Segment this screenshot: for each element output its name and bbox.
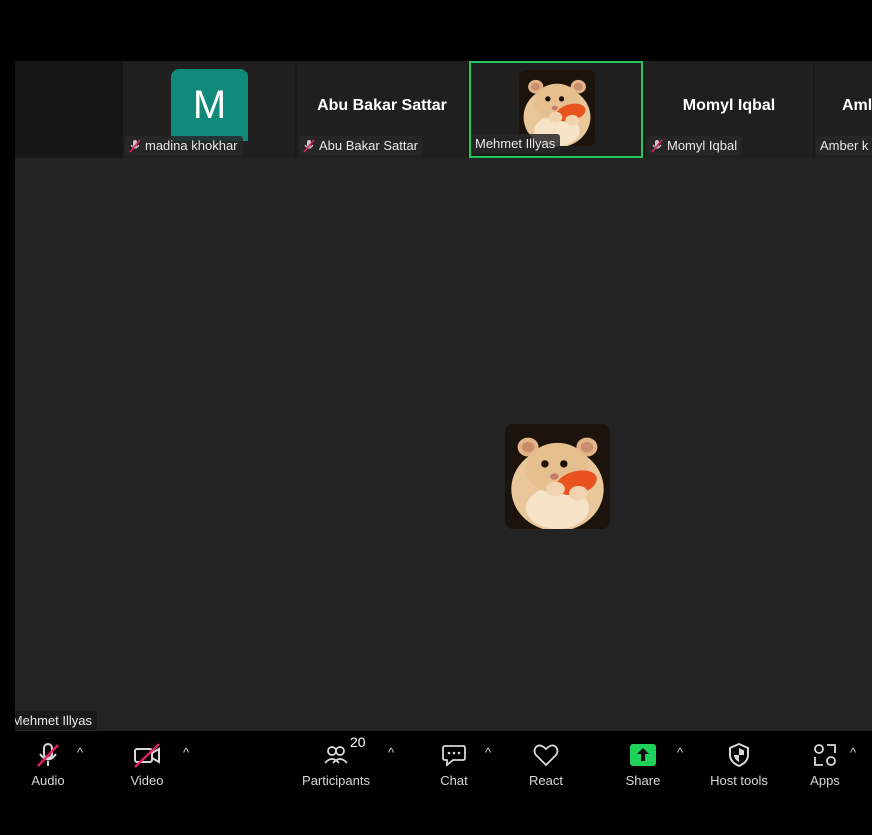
- participant-display-name: Aml: [842, 97, 872, 114]
- share-label: Share: [625, 773, 661, 788]
- host-tools-label: Host tools: [710, 773, 768, 788]
- video-options-caret[interactable]: ^: [183, 745, 189, 760]
- mic-muted-icon: [37, 743, 59, 767]
- participant-tile-momyl[interactable]: Momyl Iqbal Momyl Iqbal: [645, 61, 813, 158]
- participant-tile-amber[interactable]: Aml Amber k: [815, 61, 872, 158]
- participant-tile-madina[interactable]: M madina khokhar: [123, 61, 295, 158]
- mic-muted-icon: [303, 138, 315, 153]
- active-speaker-avatar-image: [505, 424, 610, 529]
- share-options-caret[interactable]: ^: [677, 745, 683, 760]
- share-screen-icon: [630, 744, 656, 766]
- video-button[interactable]: Video: [107, 741, 187, 788]
- avatar: M: [171, 69, 248, 141]
- avatar-letter: M: [192, 82, 227, 127]
- participant-name-label: madina khokhar: [125, 136, 243, 155]
- audio-label: Audio: [31, 773, 65, 788]
- apps-label: Apps: [810, 773, 840, 788]
- shield-icon: [729, 742, 749, 768]
- react-label: React: [529, 773, 563, 788]
- mic-muted-icon: [129, 138, 141, 153]
- chat-icon: [442, 745, 466, 767]
- participant-tile-abu-bakar[interactable]: Abu Bakar Sattar Abu Bakar Sattar: [297, 61, 467, 158]
- participant-tile-mehmet[interactable]: Mehmet Illyas: [469, 61, 643, 158]
- participant-name-label: Abu Bakar Sattar: [299, 136, 423, 155]
- video-off-icon: [134, 743, 160, 768]
- participant-name-label: Mehmet Illyas: [471, 134, 561, 153]
- audio-button[interactable]: Audio: [8, 741, 88, 788]
- heart-icon: [533, 744, 559, 767]
- mic-muted-icon: [651, 138, 663, 153]
- participant-name-label: Momyl Iqbal: [647, 136, 743, 155]
- share-button[interactable]: Share: [603, 741, 683, 788]
- host-tools-button[interactable]: Host tools: [699, 741, 779, 788]
- chat-label: Chat: [440, 773, 468, 788]
- video-label: Video: [130, 773, 164, 788]
- meeting-toolbar: Audio ^ Video ^ Participants 20 ^ Chat ^…: [0, 731, 872, 835]
- audio-options-caret[interactable]: ^: [77, 745, 83, 760]
- participant-display-name: Momyl Iqbal: [682, 97, 776, 114]
- apps-icon: [814, 744, 836, 766]
- chat-button[interactable]: Chat: [414, 741, 494, 788]
- active-speaker-name-label: Mehmet Illyas: [15, 711, 97, 730]
- participant-display-name: Abu Bakar Sattar: [317, 97, 447, 114]
- participants-count-badge: 20: [350, 734, 366, 750]
- strip-scroll-area[interactable]: [15, 61, 123, 158]
- participants-options-caret[interactable]: ^: [388, 745, 394, 760]
- participant-strip: M madina khokhar Abu Bakar Sattar Abu Ba…: [15, 61, 872, 158]
- participants-icon: [324, 746, 348, 764]
- main-video-stage: [15, 61, 872, 731]
- participants-label: Participants: [302, 773, 370, 788]
- apps-options-caret[interactable]: ^: [850, 745, 856, 760]
- chat-options-caret[interactable]: ^: [485, 745, 491, 760]
- react-button[interactable]: React: [506, 741, 586, 788]
- participant-name-label: Amber k: [816, 136, 872, 155]
